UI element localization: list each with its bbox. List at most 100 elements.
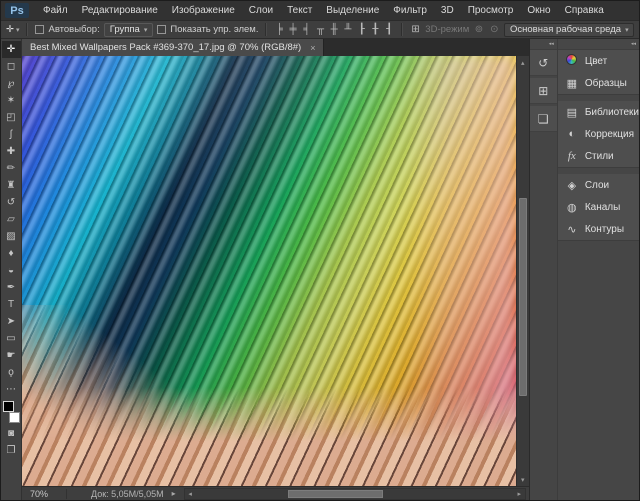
- crop-tool[interactable]: ◰: [2, 109, 21, 126]
- libraries-icon: ▤: [565, 106, 579, 119]
- align-vertical-centers-icon[interactable]: ╫: [329, 24, 339, 35]
- show-transform-controls-checkbox[interactable]: [157, 25, 166, 34]
- distribute-right-icon[interactable]: ┨: [384, 24, 394, 35]
- history-panel-button[interactable]: ↺: [530, 50, 557, 76]
- align-bottom-edges-icon[interactable]: ╨: [343, 24, 353, 35]
- hand-tool[interactable]: ☛: [2, 347, 21, 364]
- scroll-left-icon[interactable]: ◂: [185, 490, 196, 498]
- dodge-tool[interactable]: ◒: [2, 262, 21, 279]
- export-panel-button[interactable]: ❏: [530, 106, 557, 132]
- menu-select[interactable]: Выделение: [319, 5, 386, 16]
- shape-tool[interactable]: ▭: [2, 330, 21, 347]
- collapse-dock-button[interactable]: ◂◂: [558, 39, 639, 50]
- align-left-edges-icon[interactable]: ╞: [274, 24, 284, 35]
- swatches-panel-button[interactable]: ▦ Образцы: [558, 72, 639, 94]
- type-tool[interactable]: T: [2, 296, 21, 313]
- move-tool-icon: ✛: [6, 24, 14, 35]
- color-panel-button[interactable]: Цвет: [558, 50, 639, 72]
- edit-toolbar-button[interactable]: ⋯: [2, 381, 21, 398]
- swatches-grid-icon: ▦: [565, 77, 579, 90]
- eyedropper-tool[interactable]: ʃ: [2, 126, 21, 143]
- panel-label: Стили: [585, 151, 614, 162]
- marquee-tool[interactable]: ◻: [2, 58, 21, 75]
- properties-panel-button[interactable]: ⊞: [530, 78, 557, 104]
- close-icon[interactable]: ×: [310, 43, 315, 53]
- quick-selection-tool[interactable]: ✶: [2, 92, 21, 109]
- horizontal-scrollbar-track[interactable]: [196, 489, 514, 499]
- autoselect-checkbox[interactable]: [35, 25, 44, 34]
- horizontal-scrollbar-thumb[interactable]: [288, 490, 383, 498]
- healing-brush-tool[interactable]: ✚: [2, 143, 21, 160]
- panel-label: Каналы: [585, 202, 621, 213]
- document-tab[interactable]: Best Mixed Wallpapers Pack #369-370_17.j…: [22, 39, 324, 56]
- adjustments-panel-button[interactable]: ◐ Коррекция: [558, 123, 639, 145]
- menu-file[interactable]: Файл: [36, 5, 75, 16]
- document-size-info: Док: 5,05M/5,05M: [91, 489, 164, 499]
- align-top-edges-icon[interactable]: ╥: [316, 24, 326, 35]
- pencil-tips-bottom-overlay: [22, 387, 516, 486]
- canvas-container: ▴ ▾: [22, 56, 529, 486]
- foreground-color-swatch[interactable]: [3, 401, 14, 412]
- blur-tool[interactable]: ♦: [2, 245, 21, 262]
- horizontal-scrollbar[interactable]: ◂ ▸: [184, 488, 526, 500]
- scroll-down-icon[interactable]: ▾: [517, 474, 529, 485]
- menu-view[interactable]: Просмотр: [461, 5, 521, 16]
- scroll-up-icon[interactable]: ▴: [517, 57, 529, 68]
- move-tool[interactable]: ✛: [2, 41, 21, 58]
- layers-icon: ◈: [565, 179, 579, 192]
- vertical-scrollbar[interactable]: ▴ ▾: [516, 56, 529, 486]
- threed-orbit-icon: ⊚: [473, 24, 484, 35]
- menu-window[interactable]: Окно: [520, 5, 557, 16]
- pen-tool[interactable]: ✒: [2, 279, 21, 296]
- screen-mode-button[interactable]: ❐: [2, 442, 21, 459]
- panel-group: ▤ Библиотеки ◐ Коррекция fx Стили: [558, 101, 639, 168]
- gradient-tool[interactable]: ▨: [2, 228, 21, 245]
- menu-help[interactable]: Справка: [558, 5, 611, 16]
- distribute-centers-icon[interactable]: ╂: [371, 24, 381, 35]
- workspace-select[interactable]: Основная рабочая среда ▾: [504, 23, 634, 37]
- menu-image[interactable]: Изображение: [165, 5, 242, 16]
- distribute-grid-icon[interactable]: ⊞: [410, 24, 421, 35]
- path-selection-tool[interactable]: ➤: [2, 313, 21, 330]
- show-transform-controls-label: Показать упр. элем.: [170, 24, 258, 35]
- color-swatches[interactable]: [3, 401, 20, 423]
- styles-panel-button[interactable]: fx Стили: [558, 145, 639, 167]
- properties-icon: ⊞: [538, 84, 548, 98]
- eraser-tool[interactable]: ▱: [2, 211, 21, 228]
- align-horizontal-centers-icon[interactable]: ╪: [288, 24, 298, 35]
- autoselect-target-select[interactable]: Группа ▾: [104, 23, 154, 37]
- panel-label: Контуры: [585, 224, 624, 235]
- brush-tool[interactable]: ✏: [2, 160, 21, 177]
- chevron-down-icon: ▾: [144, 26, 148, 34]
- paths-icon: ∿: [565, 223, 579, 236]
- zoom-level-field[interactable]: 70%: [30, 489, 60, 499]
- zoom-tool[interactable]: ϙ: [2, 364, 21, 381]
- layers-panel-button[interactable]: ◈ Слои: [558, 174, 639, 196]
- divider: [26, 23, 28, 36]
- color-wheel-icon: [565, 54, 579, 68]
- menu-edit[interactable]: Редактирование: [75, 5, 165, 16]
- collapse-dock-button[interactable]: ◂◂: [530, 39, 557, 50]
- document-tab-bar: Best Mixed Wallpapers Pack #369-370_17.j…: [22, 39, 529, 56]
- vertical-scrollbar-thumb[interactable]: [519, 198, 527, 396]
- scroll-right-icon[interactable]: ▸: [514, 490, 525, 498]
- lasso-tool[interactable]: ℘: [2, 75, 21, 92]
- libraries-panel-button[interactable]: ▤ Библиотеки: [558, 101, 639, 123]
- menu-filter[interactable]: Фильтр: [386, 5, 434, 16]
- align-right-edges-icon[interactable]: ╡: [302, 24, 312, 35]
- channels-panel-button[interactable]: ◍ Каналы: [558, 196, 639, 218]
- chevron-down-icon: ▾: [625, 26, 629, 34]
- menu-3d[interactable]: 3D: [434, 5, 461, 16]
- status-flyout-icon[interactable]: ▸: [172, 489, 176, 498]
- quick-mask-button[interactable]: ◙: [2, 425, 21, 442]
- document-canvas[interactable]: [22, 56, 516, 486]
- menu-type[interactable]: Текст: [280, 5, 319, 16]
- distribute-left-icon[interactable]: ┠: [357, 24, 367, 35]
- tool-preset-picker[interactable]: ✛ ▾: [6, 24, 19, 35]
- panel-group: Цвет ▦ Образцы: [558, 50, 639, 95]
- history-brush-tool[interactable]: ↺: [2, 194, 21, 211]
- menu-layers[interactable]: Слои: [242, 5, 280, 16]
- background-color-swatch[interactable]: [9, 412, 20, 423]
- paths-panel-button[interactable]: ∿ Контуры: [558, 218, 639, 240]
- clone-stamp-tool[interactable]: ♜: [2, 177, 21, 194]
